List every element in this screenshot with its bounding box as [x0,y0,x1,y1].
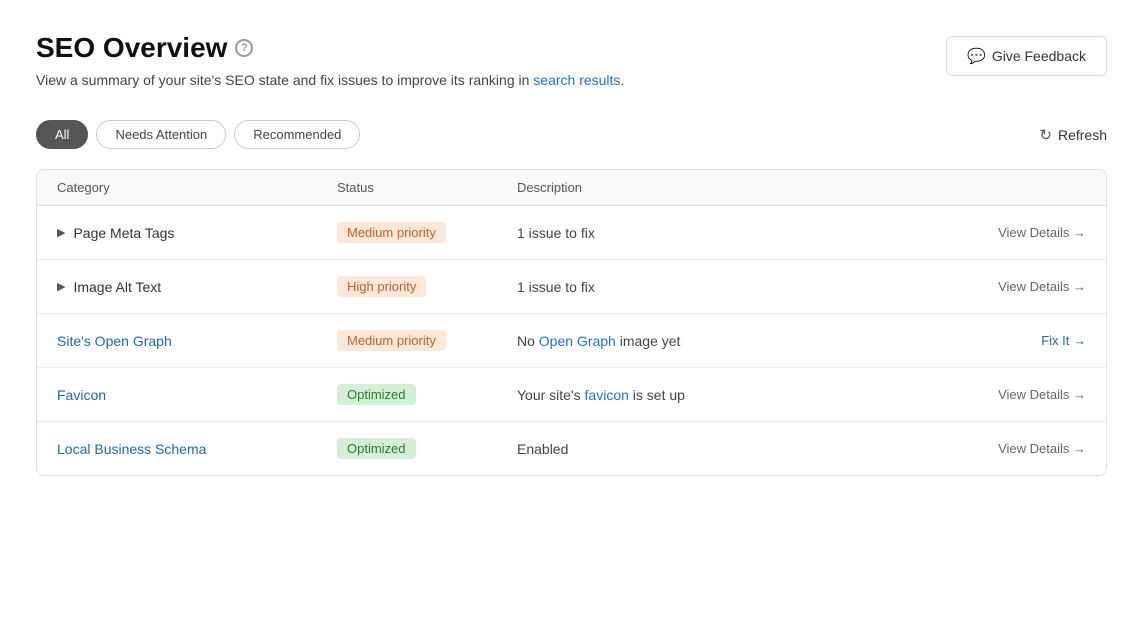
filter-needs-attention-label: Needs Attention [115,127,207,142]
description-cell: 1 issue to fix [517,279,926,295]
header-category: Category [57,180,337,195]
action-cell: View Details → [926,441,1086,456]
category-name[interactable]: Favicon [57,387,106,403]
view-details-link[interactable]: View Details → [998,387,1086,402]
table-header: Category Status Description [37,170,1106,206]
status-badge: Optimized [337,438,416,459]
table-row: ▶ Image Alt Text High priority 1 issue t… [37,260,1106,314]
description-text: No Open Graph image yet [517,333,680,349]
table-row: Site's Open Graph Medium priority No Ope… [37,314,1106,368]
filters-row: All Needs Attention Recommended ↻ Refres… [36,120,1107,149]
category-cell-page-meta-tags: ▶ Page Meta Tags [57,225,337,241]
category-name[interactable]: Site's Open Graph [57,333,172,349]
header-action [926,180,1086,195]
action-cell: View Details → [926,279,1086,294]
header-status: Status [337,180,517,195]
category-cell-open-graph: Site's Open Graph [57,333,337,349]
refresh-button[interactable]: ↻ Refresh [1039,126,1107,144]
header-row: SEO Overview ? View a summary of your si… [36,32,1107,88]
filter-all-label: All [55,127,69,142]
status-badge: Medium priority [337,330,446,351]
feedback-icon: 💬 [967,47,986,65]
seo-table: Category Status Description ▶ Page Meta … [36,169,1107,476]
table-row: Favicon Optimized Your site's favicon is… [37,368,1106,422]
category-name: Page Meta Tags [73,225,174,241]
description-cell: No Open Graph image yet [517,333,926,349]
category-cell-local-business: Local Business Schema [57,441,337,457]
view-details-link[interactable]: View Details → [998,279,1086,294]
category-name: Image Alt Text [73,279,161,295]
view-details-link[interactable]: View Details → [998,441,1086,456]
help-icon[interactable]: ? [235,39,253,57]
action-cell: Fix It → [926,333,1086,348]
header-description: Description [517,180,926,195]
filter-tab-needs-attention[interactable]: Needs Attention [96,120,226,149]
description-text: Your site's favicon is set up [517,387,685,403]
description-cell: Your site's favicon is set up [517,387,926,403]
status-badge: Optimized [337,384,416,405]
refresh-icon: ↻ [1039,126,1052,144]
filter-tabs: All Needs Attention Recommended [36,120,360,149]
action-cell: View Details → [926,387,1086,402]
title-area: SEO Overview ? View a summary of your si… [36,32,624,88]
status-badge: High priority [337,276,426,297]
page-subtitle: View a summary of your site's SEO state … [36,72,624,88]
action-cell: View Details → [926,225,1086,240]
category-cell-image-alt-text: ▶ Image Alt Text [57,279,337,295]
page-container: SEO Overview ? View a summary of your si… [0,0,1143,633]
give-feedback-button[interactable]: 💬 Give Feedback [946,36,1107,76]
description-cell: 1 issue to fix [517,225,926,241]
view-details-link[interactable]: View Details → [998,225,1086,240]
category-name[interactable]: Local Business Schema [57,441,206,457]
status-cell: Medium priority [337,222,517,243]
filter-tab-recommended[interactable]: Recommended [234,120,360,149]
status-badge: Medium priority [337,222,446,243]
category-cell-favicon: Favicon [57,387,337,403]
page-title-text: SEO Overview [36,32,227,64]
fix-it-link[interactable]: Fix It → [1041,333,1086,348]
page-title: SEO Overview ? [36,32,624,64]
table-row: Local Business Schema Optimized Enabled … [37,422,1106,475]
filter-tab-all[interactable]: All [36,120,88,149]
description-cell: Enabled [517,441,926,457]
expand-icon[interactable]: ▶ [57,226,65,239]
status-cell: Optimized [337,438,517,459]
status-cell: High priority [337,276,517,297]
expand-icon[interactable]: ▶ [57,280,65,293]
refresh-label: Refresh [1058,127,1107,143]
filter-recommended-label: Recommended [253,127,341,142]
status-cell: Optimized [337,384,517,405]
table-row: ▶ Page Meta Tags Medium priority 1 issue… [37,206,1106,260]
status-cell: Medium priority [337,330,517,351]
feedback-button-label: Give Feedback [992,48,1086,64]
